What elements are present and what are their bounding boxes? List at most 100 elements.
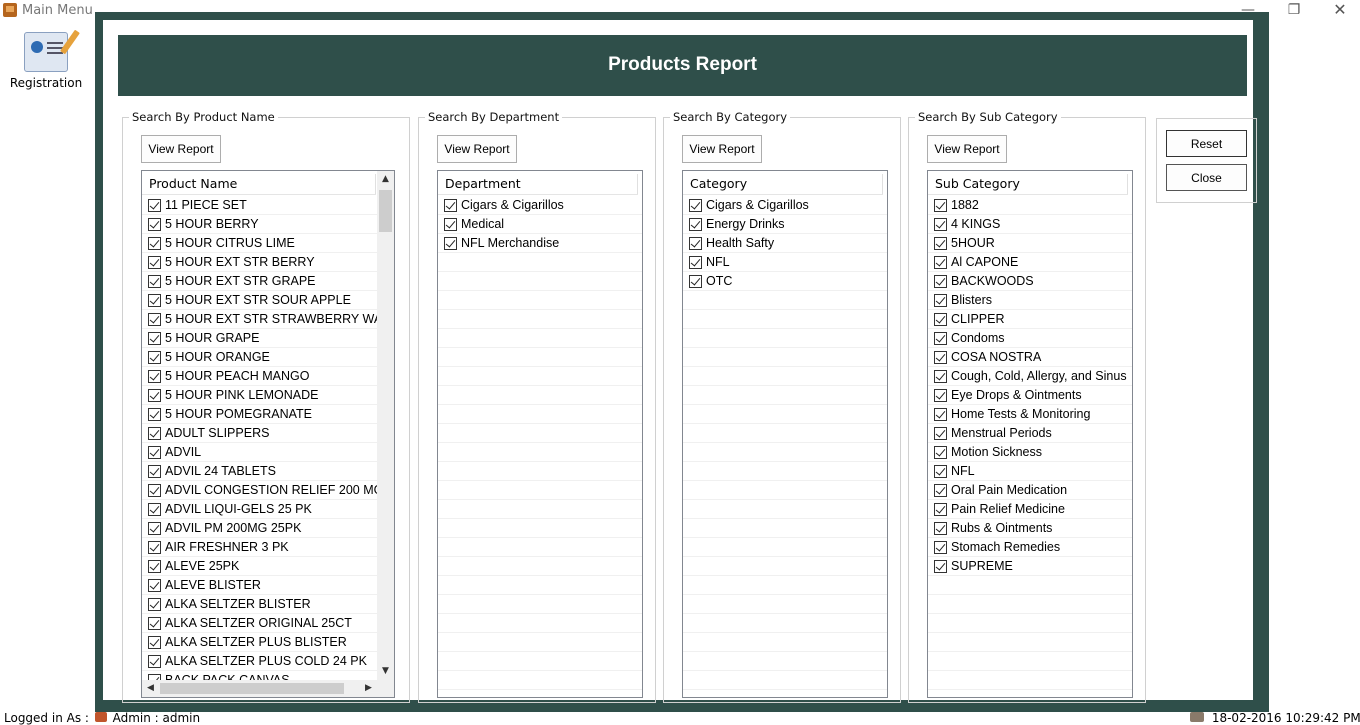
list-item[interactable]: AIR FRESHNER 3 PK bbox=[142, 538, 377, 557]
checked-checkbox[interactable] bbox=[148, 313, 161, 326]
department-view-report-button[interactable]: View Report bbox=[437, 135, 517, 163]
scroll-left-icon[interactable]: ◀ bbox=[142, 680, 159, 697]
checked-checkbox[interactable] bbox=[148, 389, 161, 402]
subcategory-view-report-button[interactable]: View Report bbox=[927, 135, 1007, 163]
checked-checkbox[interactable] bbox=[934, 370, 947, 383]
list-item[interactable]: Health Safty bbox=[683, 234, 887, 253]
checked-checkbox[interactable] bbox=[934, 446, 947, 459]
checked-checkbox[interactable] bbox=[148, 370, 161, 383]
checked-checkbox[interactable] bbox=[934, 256, 947, 269]
list-item[interactable]: ADVIL PM 200MG 25PK bbox=[142, 519, 377, 538]
checked-checkbox[interactable] bbox=[148, 484, 161, 497]
list-item[interactable]: Energy Drinks bbox=[683, 215, 887, 234]
list-item[interactable]: ALEVE BLISTER bbox=[142, 576, 377, 595]
checked-checkbox[interactable] bbox=[934, 484, 947, 497]
list-item[interactable]: 5 HOUR BERRY bbox=[142, 215, 377, 234]
list-item[interactable]: 5 HOUR EXT STR BERRY bbox=[142, 253, 377, 272]
category-view-report-button[interactable]: View Report bbox=[682, 135, 762, 163]
list-item[interactable]: Stomach Remedies bbox=[928, 538, 1132, 557]
list-item[interactable]: 5 HOUR GRAPE bbox=[142, 329, 377, 348]
list-item[interactable]: Home Tests & Monitoring bbox=[928, 405, 1132, 424]
list-item[interactable]: ADVIL bbox=[142, 443, 377, 462]
checked-checkbox[interactable] bbox=[934, 294, 947, 307]
checked-checkbox[interactable] bbox=[148, 579, 161, 592]
department-list[interactable]: Department Cigars & Cigarillos Medical NFL… bbox=[437, 170, 643, 698]
checked-checkbox[interactable] bbox=[148, 332, 161, 345]
list-item[interactable]: Condoms bbox=[928, 329, 1132, 348]
checked-checkbox[interactable] bbox=[934, 218, 947, 231]
list-item[interactable]: Cigars & Cigarillos bbox=[683, 196, 887, 215]
list-item[interactable]: 5 HOUR PINK LEMONADE bbox=[142, 386, 377, 405]
list-item[interactable]: CLIPPER bbox=[928, 310, 1132, 329]
checked-checkbox[interactable] bbox=[148, 275, 161, 288]
category-list[interactable]: Category Cigars & Cigarillos Energy Drink… bbox=[682, 170, 888, 698]
list-item[interactable]: Blisters bbox=[928, 291, 1132, 310]
list-item[interactable]: ALKA SELTZER BLISTER bbox=[142, 595, 377, 614]
list-item[interactable]: ALKA SELTZER PLUS BLISTER bbox=[142, 633, 377, 652]
subcategory-list[interactable]: Sub Category 1882 4 KINGS 5HOUR Al CAPONE BA… bbox=[927, 170, 1133, 698]
checked-checkbox[interactable] bbox=[934, 332, 947, 345]
checked-checkbox[interactable] bbox=[689, 237, 702, 250]
list-item[interactable]: BACKWOODS bbox=[928, 272, 1132, 291]
checked-checkbox[interactable] bbox=[934, 389, 947, 402]
list-item[interactable]: 5 HOUR ORANGE bbox=[142, 348, 377, 367]
checked-checkbox[interactable] bbox=[148, 522, 161, 535]
list-item[interactable]: Al CAPONE bbox=[928, 253, 1132, 272]
checked-checkbox[interactable] bbox=[689, 256, 702, 269]
list-item[interactable]: 5 HOUR EXT STR SOUR APPLE bbox=[142, 291, 377, 310]
list-item[interactable]: 5 HOUR EXT STR STRAWBERRY WAT bbox=[142, 310, 377, 329]
checked-checkbox[interactable] bbox=[148, 427, 161, 440]
list-item[interactable]: ALKA SELTZER ORIGINAL 25CT bbox=[142, 614, 377, 633]
list-item[interactable]: NFL Merchandise bbox=[438, 234, 642, 253]
list-item[interactable]: 1882 bbox=[928, 196, 1132, 215]
list-item[interactable]: Cigars & Cigarillos bbox=[438, 196, 642, 215]
list-item[interactable]: Motion Sickness bbox=[928, 443, 1132, 462]
checked-checkbox[interactable] bbox=[148, 199, 161, 212]
checked-checkbox[interactable] bbox=[689, 199, 702, 212]
close-button[interactable]: Close bbox=[1166, 164, 1247, 191]
checked-checkbox[interactable] bbox=[934, 560, 947, 573]
checked-checkbox[interactable] bbox=[148, 465, 161, 478]
list-item[interactable]: ALKA SELTZER PLUS COLD 24 PK bbox=[142, 652, 377, 671]
list-item[interactable]: ADVIL CONGESTION RELIEF 200 MG bbox=[142, 481, 377, 500]
checked-checkbox[interactable] bbox=[444, 199, 457, 212]
checked-checkbox[interactable] bbox=[148, 446, 161, 459]
checked-checkbox[interactable] bbox=[148, 617, 161, 630]
list-item[interactable]: Menstrual Periods bbox=[928, 424, 1132, 443]
list-item[interactable]: 5HOUR bbox=[928, 234, 1132, 253]
list-item[interactable]: Oral Pain Medication bbox=[928, 481, 1132, 500]
checked-checkbox[interactable] bbox=[148, 237, 161, 250]
checked-checkbox[interactable] bbox=[148, 560, 161, 573]
checked-checkbox[interactable] bbox=[148, 218, 161, 231]
checked-checkbox[interactable] bbox=[689, 275, 702, 288]
product-list-hscrollbar[interactable]: ◀ ▶ bbox=[142, 680, 377, 697]
checked-checkbox[interactable] bbox=[148, 655, 161, 668]
checked-checkbox[interactable] bbox=[148, 636, 161, 649]
checked-checkbox[interactable] bbox=[689, 218, 702, 231]
list-item[interactable]: Eye Drops & Ointments bbox=[928, 386, 1132, 405]
hscroll-thumb[interactable] bbox=[160, 683, 344, 694]
scroll-thumb[interactable] bbox=[379, 190, 392, 232]
product-list-vscrollbar[interactable]: ▲ ▼ bbox=[377, 171, 394, 680]
registration-button[interactable]: Registration bbox=[6, 28, 86, 92]
list-item[interactable]: Medical bbox=[438, 215, 642, 234]
product-name-list[interactable]: Product Name 11 PIECE SET 5 HOUR BERRY 5 H… bbox=[141, 170, 395, 698]
list-item[interactable]: 5 HOUR CITRUS LIME bbox=[142, 234, 377, 253]
checked-checkbox[interactable] bbox=[934, 465, 947, 478]
list-item[interactable]: NFL bbox=[928, 462, 1132, 481]
list-item[interactable]: 5 HOUR EXT STR GRAPE bbox=[142, 272, 377, 291]
list-item[interactable]: 5 HOUR PEACH MANGO bbox=[142, 367, 377, 386]
checked-checkbox[interactable] bbox=[934, 237, 947, 250]
checked-checkbox[interactable] bbox=[934, 427, 947, 440]
checked-checkbox[interactable] bbox=[934, 275, 947, 288]
checked-checkbox[interactable] bbox=[444, 237, 457, 250]
product-view-report-button[interactable]: View Report bbox=[141, 135, 221, 163]
checked-checkbox[interactable] bbox=[934, 313, 947, 326]
checked-checkbox[interactable] bbox=[934, 522, 947, 535]
checked-checkbox[interactable] bbox=[148, 256, 161, 269]
list-item[interactable]: 5 HOUR POMEGRANATE bbox=[142, 405, 377, 424]
list-item[interactable]: COSA NOSTRA bbox=[928, 348, 1132, 367]
checked-checkbox[interactable] bbox=[934, 199, 947, 212]
checked-checkbox[interactable] bbox=[934, 408, 947, 421]
list-item[interactable]: 4 KINGS bbox=[928, 215, 1132, 234]
